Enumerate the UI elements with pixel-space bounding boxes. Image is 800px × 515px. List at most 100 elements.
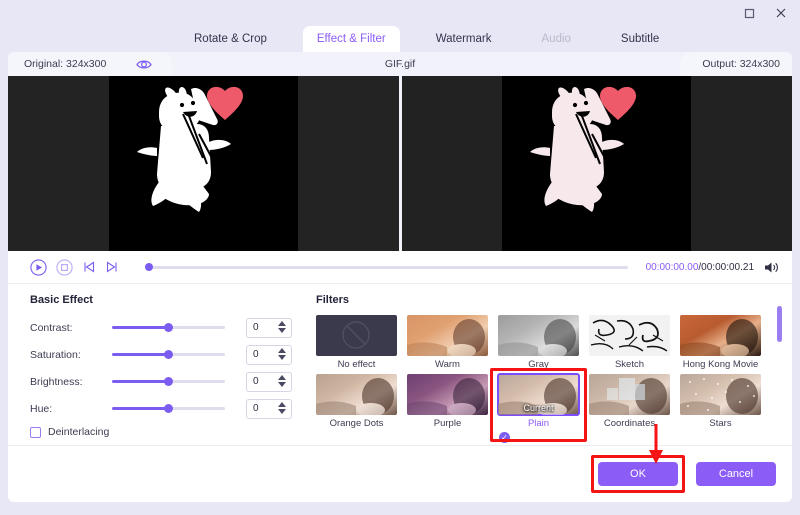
effect-filter-dialog: Rotate & Crop Effect & Filter Watermark … (0, 0, 800, 515)
eye-icon[interactable] (136, 59, 153, 70)
cancel-button[interactable]: Cancel (696, 461, 776, 486)
close-icon[interactable] (772, 4, 790, 22)
filter-stars[interactable]: Stars (680, 374, 761, 429)
brightness-row: Brightness: 0 (30, 369, 308, 394)
ok-button[interactable]: OK (598, 461, 678, 486)
filters-grid: No effect Warm Gray Sketch Hong Kong Mov… (316, 315, 792, 443)
filter-thumbnail: Current (497, 373, 580, 416)
deinterlacing-checkbox[interactable] (30, 426, 41, 438)
hue-value: 0 (253, 403, 259, 414)
filter-label: Stars (709, 418, 732, 429)
saturation-stepper-arrows[interactable] (278, 347, 286, 360)
output-size-chip: Output: 324x300 (680, 52, 792, 76)
basic-effect-panel: Basic Effect Contrast: 0 Saturation: 0 B… (8, 284, 308, 467)
filter-thumbnail (589, 374, 670, 415)
tab-watermark[interactable]: Watermark (422, 26, 506, 52)
brightness-stepper-arrows[interactable] (278, 374, 286, 387)
volume-icon[interactable] (764, 261, 780, 274)
brightness-slider[interactable] (112, 375, 225, 389)
brightness-stepper[interactable]: 0 (246, 371, 292, 392)
tab-effect-filter[interactable]: Effect & Filter (302, 26, 400, 52)
playback-controls (30, 258, 119, 276)
tab-rotate-crop[interactable]: Rotate & Crop (180, 26, 281, 52)
filter-thumbnail (407, 315, 488, 356)
contrast-stepper[interactable]: 0 (246, 317, 292, 338)
dialog-footer: OK Cancel (8, 446, 792, 501)
seek-slider[interactable] (145, 260, 628, 274)
filter-thumbnail (680, 315, 761, 356)
saturation-slider[interactable] (112, 348, 225, 362)
filter-thumbnail (589, 315, 670, 356)
saturation-stepper[interactable]: 0 (246, 344, 292, 365)
current-time: 00:00:00.00 (645, 261, 699, 273)
title-bar (0, 0, 800, 26)
filter-thumbnail (680, 374, 761, 415)
effects-panels: Basic Effect Contrast: 0 Saturation: 0 B… (8, 284, 792, 467)
filter-no-effect[interactable]: No effect (316, 315, 397, 370)
hue-label: Hue: (30, 402, 53, 415)
seek-handle[interactable] (145, 263, 153, 271)
time-display: 00:00:00.00/00:00:00.21 (646, 262, 754, 273)
filter-label: Orange Dots (329, 418, 384, 429)
tab-bar: Rotate & Crop Effect & Filter Watermark … (0, 26, 800, 52)
next-frame-icon[interactable] (105, 260, 119, 274)
saturation-value: 0 (253, 349, 259, 360)
output-preview (401, 76, 792, 251)
filter-hong-kong-movie[interactable]: Hong Kong Movie (680, 315, 761, 370)
current-filter-badge: Current (523, 403, 554, 413)
filter-orange-dots[interactable]: Orange Dots (316, 374, 397, 429)
filters-panel: Filters No effect Warm Gray Sketch Hong … (308, 284, 792, 445)
preview-area (8, 76, 792, 251)
hue-stepper[interactable]: 0 (246, 398, 292, 419)
saturation-row: Saturation: 0 (30, 342, 308, 367)
contrast-value: 0 (253, 322, 259, 333)
filter-label: Warm (435, 359, 460, 370)
filter-plain[interactable]: Current ✓ Plain (490, 368, 587, 443)
transport-bar: 00:00:00.00/00:00:00.21 (8, 251, 792, 284)
filter-warm[interactable]: Warm (407, 315, 488, 370)
deinterlacing-row: Deinterlacing (30, 426, 308, 438)
filter-label: No effect (337, 359, 376, 370)
basic-effect-title: Basic Effect (30, 294, 93, 306)
brightness-value: 0 (253, 376, 259, 387)
filter-label: Hong Kong Movie (682, 359, 759, 370)
play-icon[interactable] (30, 258, 47, 276)
filter-sketch[interactable]: Sketch (589, 315, 670, 370)
tab-audio: Audio (541, 33, 571, 45)
contrast-label: Contrast: (30, 321, 73, 334)
filter-purple[interactable]: Purple (407, 374, 488, 429)
tab-subtitle[interactable]: Subtitle (607, 26, 673, 52)
filter-coordinates[interactable]: Coordinates (589, 374, 670, 429)
filter-gray[interactable]: Gray (498, 315, 579, 370)
stop-icon[interactable] (56, 258, 73, 276)
output-size-label: Output: 324x300 (702, 58, 780, 70)
hue-slider[interactable] (112, 402, 225, 416)
filter-label: Coordinates (603, 418, 656, 429)
previous-frame-icon[interactable] (82, 260, 96, 274)
filter-thumbnail (407, 374, 488, 415)
filter-thumbnail (498, 315, 579, 356)
brightness-label: Brightness: (30, 375, 83, 388)
contrast-row: Contrast: 0 (30, 315, 308, 340)
filter-label: Purple (433, 418, 462, 429)
output-preview-image (502, 76, 692, 251)
ok-button-wrapper: OK (591, 454, 685, 493)
deinterlacing-label: Deinterlacing (48, 426, 110, 438)
contrast-slider[interactable] (112, 321, 225, 335)
original-size-chip: Original: 324x300 (8, 52, 173, 76)
original-size-label: Original: 324x300 (24, 58, 107, 70)
original-preview (8, 76, 399, 251)
filter-label: Sketch (614, 359, 645, 370)
hue-row: Hue: 0 (30, 396, 308, 421)
saturation-label: Saturation: (30, 348, 81, 361)
restore-icon[interactable] (740, 4, 758, 22)
filter-label: Plain (527, 418, 550, 429)
filter-label: Gray (528, 359, 549, 370)
hue-stepper-arrows[interactable] (278, 401, 286, 414)
total-time: 00:00:00.21 (701, 261, 754, 273)
dialog-card: GIF.gif Original: 324x300 Output: 324x30… (8, 52, 792, 502)
contrast-stepper-arrows[interactable] (278, 320, 286, 333)
info-bar: GIF.gif Original: 324x300 Output: 324x30… (8, 52, 792, 76)
original-preview-image (108, 76, 298, 251)
filters-scrollbar[interactable] (777, 306, 782, 342)
